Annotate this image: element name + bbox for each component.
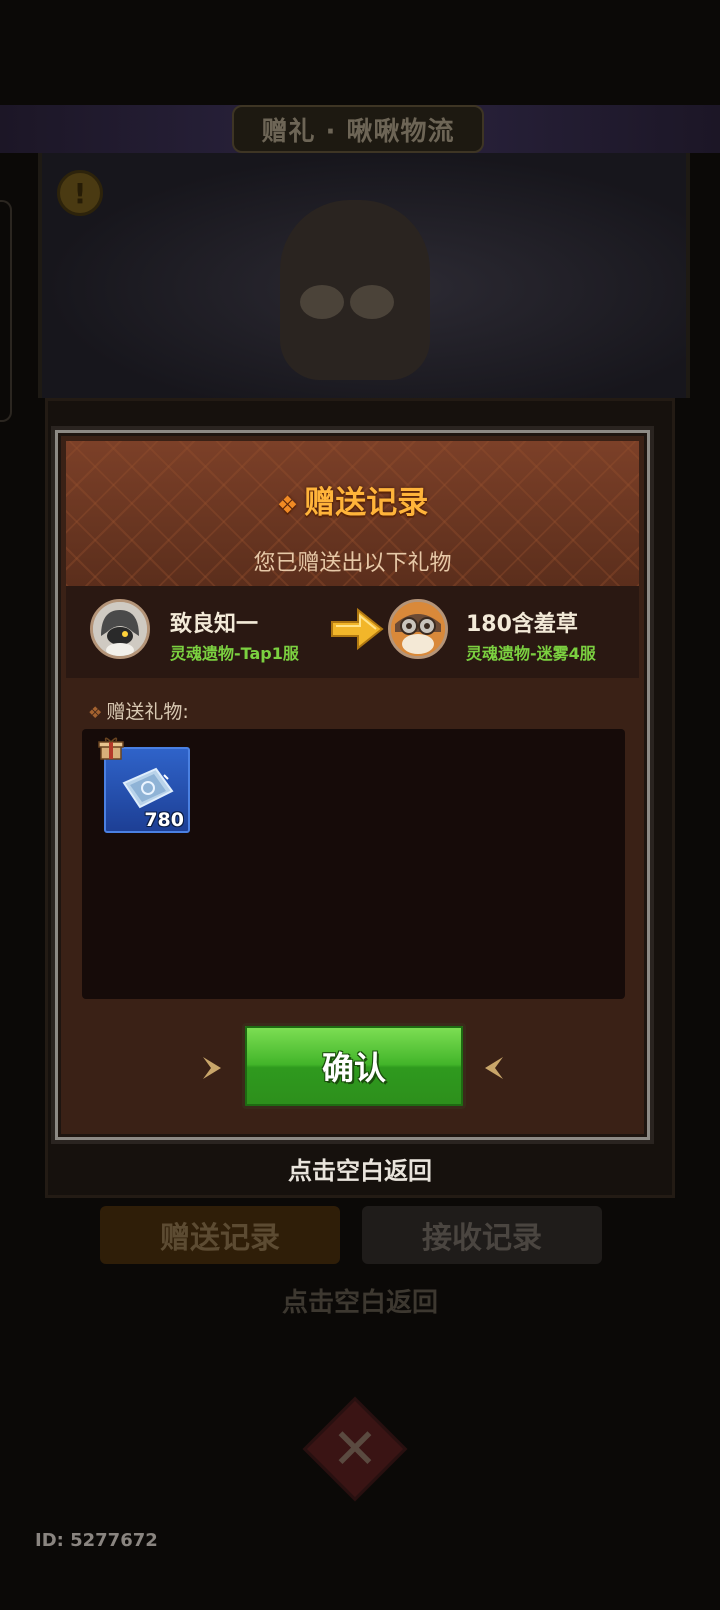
gift-list: 780 xyxy=(82,729,625,999)
close-icon: ✕ xyxy=(331,1416,379,1482)
sender-name: 致良知一 xyxy=(170,612,259,637)
tab-received-records[interactable]: 接收记录 xyxy=(362,1206,602,1264)
chevron-right-icon xyxy=(203,1057,221,1079)
gift-box-icon xyxy=(98,737,124,760)
receiver-name: 180含羞草 xyxy=(466,612,578,637)
transfer-row: 致良知一 灵魂遗物-Tap1服 180含羞草 灵魂遗物-迷雾4服 xyxy=(66,586,639,678)
goggle-icon xyxy=(350,285,394,319)
receiver-server: 灵魂遗物-迷雾4服 xyxy=(466,644,596,663)
gift-item-count: 780 xyxy=(144,809,184,831)
ticket-icon xyxy=(122,767,174,809)
goggle-icon xyxy=(300,285,344,319)
sender-avatar[interactable] xyxy=(90,599,150,659)
background-tap-return[interactable]: 点击空白返回 xyxy=(0,1282,720,1319)
side-drawer-handle[interactable] xyxy=(0,200,12,422)
goggle-owl-icon xyxy=(391,602,445,656)
gifts-section-label: ❖ 赠送礼物: xyxy=(88,697,189,724)
banner-title: 赠礼 · 啾啾物流 xyxy=(232,105,484,153)
send-record-dialog: ❖ 赠送记录 您已赠送出以下礼物 致良知一 灵魂遗物-Tap1服 180含羞草 … xyxy=(51,426,654,1144)
dialog-title: ❖ 赠送记录 xyxy=(66,477,639,522)
warning-icon[interactable]: ! xyxy=(57,170,103,216)
player-id: ID: 5277672 xyxy=(35,1530,158,1551)
tap-blank-to-return[interactable]: 点击空白返回 xyxy=(0,1151,720,1186)
hooded-figure-icon xyxy=(93,602,147,656)
gifts-label-text: 赠送礼物: xyxy=(106,701,189,723)
dialog-header: ❖ 赠送记录 您已赠送出以下礼物 xyxy=(66,441,639,586)
dialog-title-text: 赠送记录 xyxy=(304,485,429,521)
receiver-avatar[interactable] xyxy=(388,599,448,659)
gift-item-slot[interactable]: 780 xyxy=(98,737,190,833)
sender-server: 灵魂遗物-Tap1服 xyxy=(170,644,299,663)
chevron-left-icon xyxy=(485,1057,503,1079)
diamond-bullet-icon: ❖ xyxy=(88,703,103,722)
tab-sent-records[interactable]: 赠送记录 xyxy=(100,1206,340,1264)
dialog-subtitle: 您已赠送出以下礼物 xyxy=(253,551,452,576)
diamond-icon: ❖ xyxy=(276,491,299,519)
confirm-button[interactable]: 确认 xyxy=(242,1023,466,1109)
arrow-right-icon xyxy=(331,607,384,651)
